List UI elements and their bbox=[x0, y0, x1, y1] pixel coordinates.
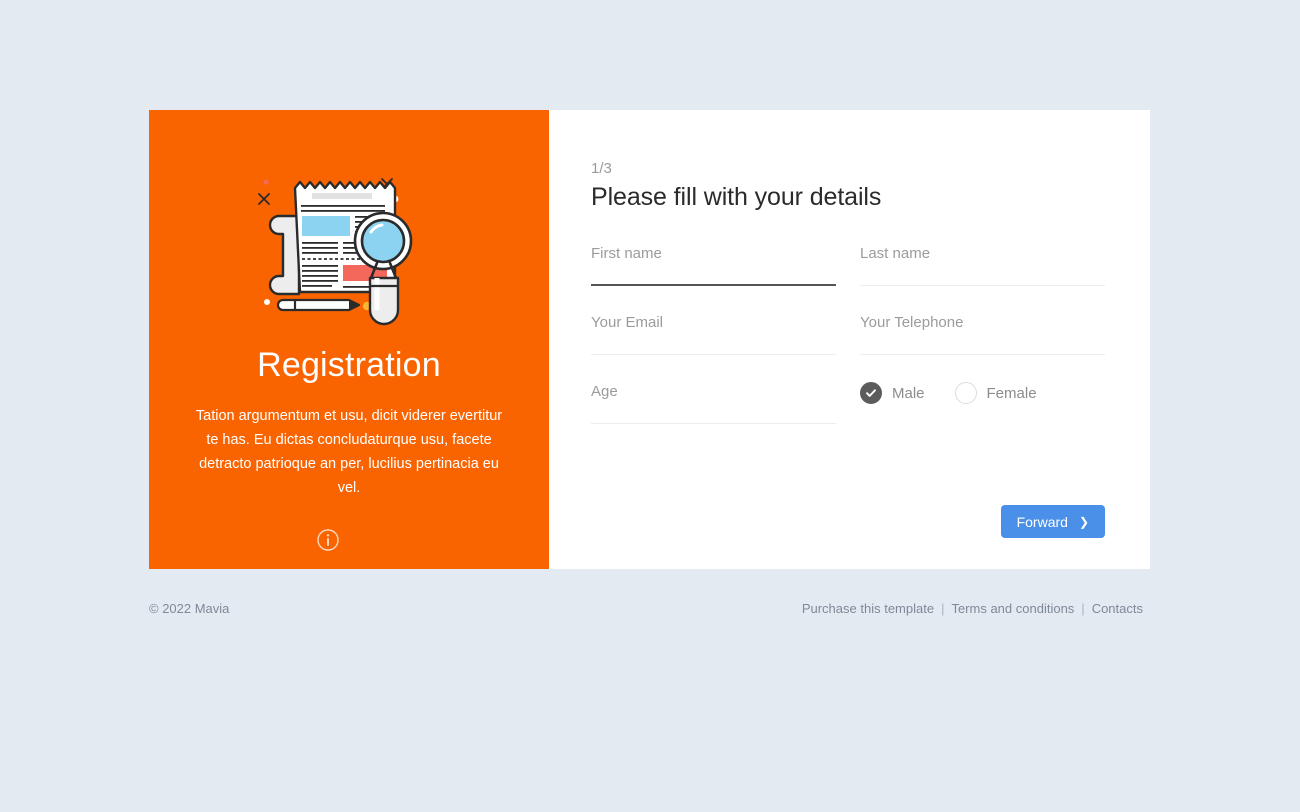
field-label-age: Age bbox=[591, 383, 618, 400]
field-underline-first-name bbox=[591, 284, 836, 286]
panel-description: Tation argumentum et usu, dicit viderer … bbox=[195, 408, 503, 496]
field-telephone[interactable]: Your Telephone bbox=[860, 313, 1105, 382]
field-email[interactable]: Your Email bbox=[591, 313, 836, 382]
page-title: Please fill with your details bbox=[591, 183, 882, 211]
radio-option-female[interactable]: Female bbox=[954, 382, 1037, 404]
info-icon[interactable] bbox=[316, 528, 340, 552]
radio-label-female: Female bbox=[986, 384, 1037, 402]
page-root: Registration Tation argumentum et usu, d… bbox=[0, 0, 1300, 812]
radio-label-male: Male bbox=[892, 384, 925, 402]
footer-copyright: © 2022 Mavia bbox=[149, 601, 230, 616]
footer-link-terms[interactable]: Terms and conditions bbox=[944, 601, 1081, 616]
field-last-name[interactable]: Last name bbox=[860, 244, 1105, 313]
check-icon bbox=[866, 389, 876, 397]
forward-button[interactable]: Forward ❯ bbox=[1000, 505, 1105, 538]
footer-link-contacts[interactable]: Contacts bbox=[1085, 601, 1150, 616]
form-panel: 1/3 Please fill with your details First … bbox=[549, 110, 1150, 569]
registration-card: Registration Tation argumentum et usu, d… bbox=[149, 110, 1150, 569]
field-underline-email bbox=[591, 354, 836, 355]
field-age[interactable]: Age bbox=[591, 382, 836, 451]
footer-links: Purchase this template | Terms and condi… bbox=[795, 601, 1150, 616]
field-underline-age bbox=[591, 423, 836, 424]
field-first-name[interactable]: First name bbox=[591, 244, 836, 313]
form-actions: Forward ❯ bbox=[1000, 505, 1105, 538]
field-underline-telephone bbox=[860, 354, 1105, 355]
radio-unchecked-icon bbox=[954, 382, 977, 404]
forward-button-label: Forward bbox=[1016, 513, 1068, 530]
footer-link-purchase[interactable]: Purchase this template bbox=[795, 601, 941, 616]
field-underline-last-name bbox=[860, 285, 1105, 286]
field-label-email: Your Email bbox=[591, 314, 663, 331]
radio-checked-icon bbox=[860, 382, 882, 404]
panel-title: Registration bbox=[257, 346, 441, 384]
step-indicator: 1/3 bbox=[591, 160, 612, 177]
gender-radio-group: Male Female bbox=[860, 382, 1105, 451]
field-label-first-name: First name bbox=[591, 245, 662, 262]
form-fields-grid: First name Last name Your Email Your Tel… bbox=[591, 244, 1105, 451]
chevron-right-icon: ❯ bbox=[1078, 514, 1089, 529]
field-label-last-name: Last name bbox=[860, 245, 931, 262]
field-label-telephone: Your Telephone bbox=[860, 314, 964, 331]
promo-panel: Registration Tation argumentum et usu, d… bbox=[149, 110, 549, 569]
newspaper-magnifier-pencil-illustration bbox=[258, 178, 413, 326]
footer: © 2022 Mavia Purchase this template | Te… bbox=[149, 601, 1150, 616]
radio-option-male[interactable]: Male bbox=[860, 382, 925, 404]
